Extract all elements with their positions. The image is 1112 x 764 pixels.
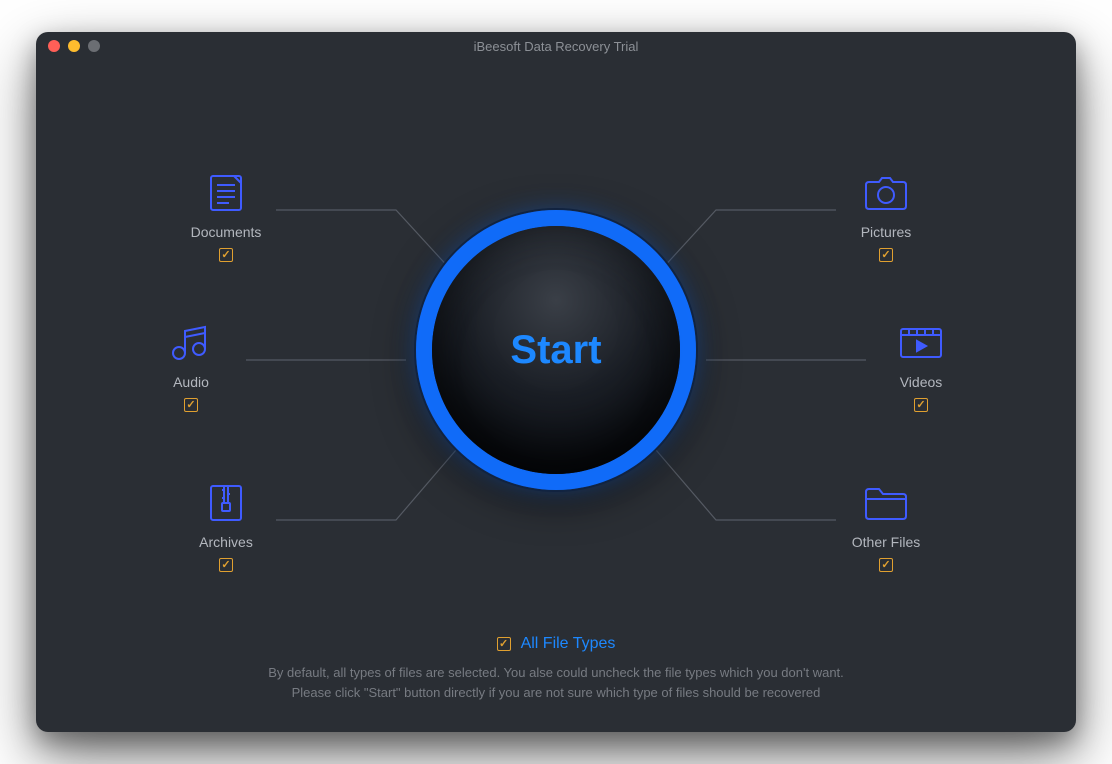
category-pictures[interactable]: Pictures — [836, 170, 936, 262]
audio-icon — [163, 320, 219, 366]
help-line-2: Please click "Start" button directly if … — [268, 683, 844, 703]
category-label: Other Files — [852, 534, 920, 550]
other-files-icon — [858, 480, 914, 526]
category-label: Archives — [199, 534, 253, 550]
category-label: Documents — [191, 224, 262, 240]
help-line-1: By default, all types of files are selec… — [268, 663, 844, 683]
footer: All File Types By default, all types of … — [36, 635, 1076, 702]
window-title: iBeesoft Data Recovery Trial — [474, 39, 639, 54]
close-window-button[interactable] — [48, 40, 60, 52]
start-button-label: Start — [510, 328, 601, 373]
category-label: Audio — [173, 374, 209, 390]
category-audio[interactable]: Audio — [141, 320, 241, 412]
all-file-types-label: All File Types — [521, 635, 616, 653]
category-documents-checkbox[interactable] — [219, 248, 233, 262]
category-archives-checkbox[interactable] — [219, 558, 233, 572]
category-pictures-checkbox[interactable] — [879, 248, 893, 262]
archives-icon — [198, 480, 254, 526]
category-label: Pictures — [861, 224, 912, 240]
maximize-window-button[interactable] — [88, 40, 100, 52]
all-file-types-checkbox[interactable] — [497, 637, 511, 651]
help-text: By default, all types of files are selec… — [268, 663, 844, 702]
documents-icon — [198, 170, 254, 216]
category-archives[interactable]: Archives — [176, 480, 276, 572]
all-file-types-row[interactable]: All File Types — [497, 635, 616, 653]
category-documents[interactable]: Documents — [176, 170, 276, 262]
titlebar: iBeesoft Data Recovery Trial — [36, 32, 1076, 60]
category-other-files[interactable]: Other Files — [836, 480, 936, 572]
start-button[interactable]: Start — [416, 210, 696, 490]
category-videos-checkbox[interactable] — [914, 398, 928, 412]
category-audio-checkbox[interactable] — [184, 398, 198, 412]
minimize-window-button[interactable] — [68, 40, 80, 52]
category-label: Videos — [900, 374, 943, 390]
videos-icon — [893, 320, 949, 366]
pictures-icon — [858, 170, 914, 216]
main-content: Start Documents — [36, 60, 1076, 732]
category-videos[interactable]: Videos — [871, 320, 971, 412]
category-other-files-checkbox[interactable] — [879, 558, 893, 572]
app-window: iBeesoft Data Recovery Trial Start — [36, 32, 1076, 732]
window-controls — [48, 40, 100, 52]
